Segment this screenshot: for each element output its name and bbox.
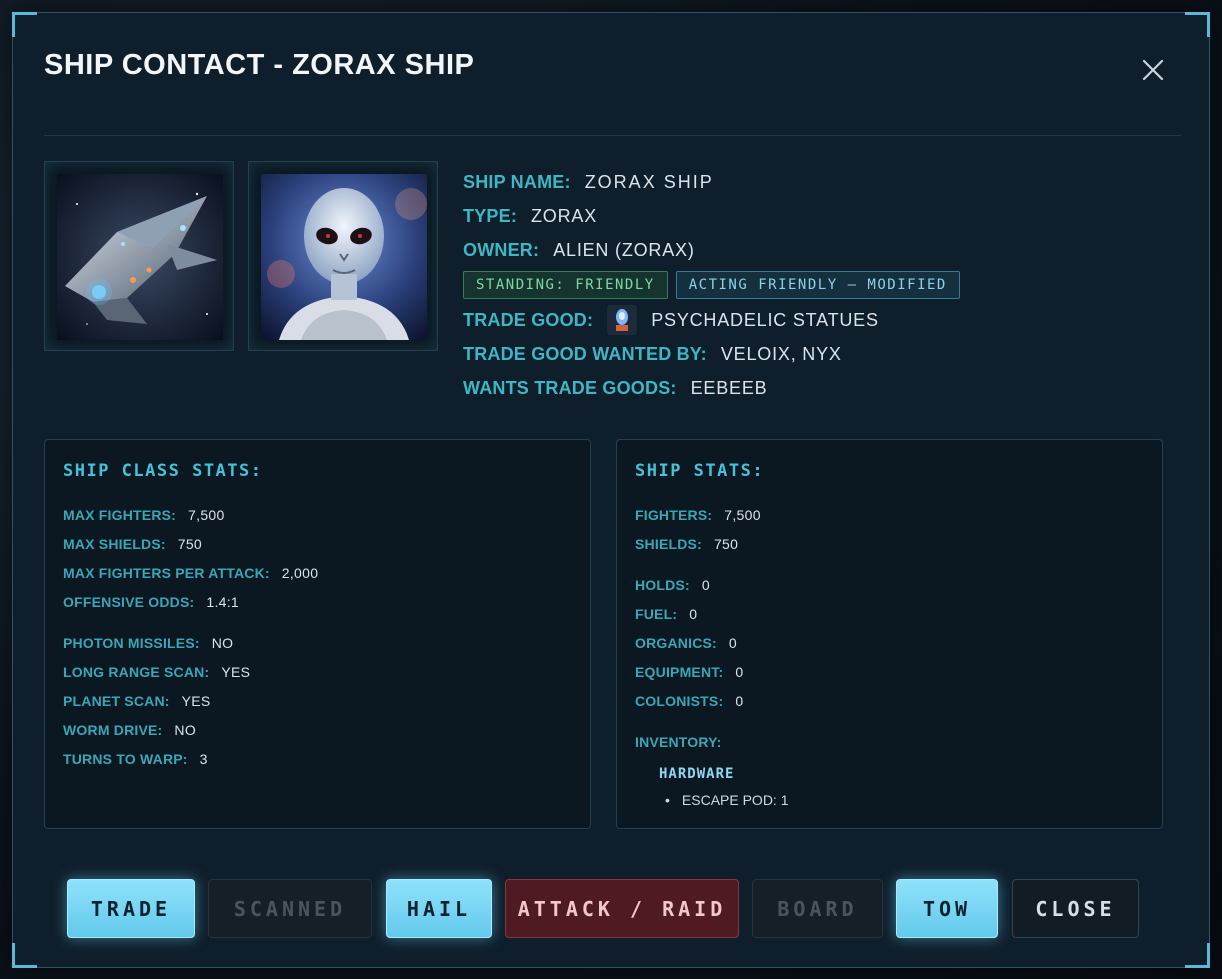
hardware-title: HARDWARE <box>659 766 735 782</box>
stat-row: MAX FIGHTERS PER ATTACK: 2,000 <box>63 565 318 581</box>
owner-portrait <box>248 161 438 351</box>
stat-value: 750 <box>177 536 203 552</box>
trade-good-wanted-row: TRADE GOOD WANTED BY: VELOIX, NYX <box>463 337 960 371</box>
stat-label: SHIELDS: <box>635 536 702 552</box>
corner-decoration <box>1185 943 1210 968</box>
stat-label: FIGHTERS: <box>635 507 713 523</box>
stat-label: WORM DRIVE: <box>63 722 163 738</box>
stat-label: PLANET SCAN: <box>63 693 170 709</box>
stat-value: YES <box>181 693 211 709</box>
stat-value: 0 <box>735 664 744 680</box>
hardware-item: ESCAPE POD: 1 <box>665 792 789 808</box>
board-button[interactable]: BOARD <box>752 879 883 938</box>
stat-value: 2,000 <box>281 565 319 581</box>
stat-value: 750 <box>713 536 739 552</box>
trade-good-wanted-label: TRADE GOOD WANTED BY: <box>463 343 707 364</box>
type-value: ZORAX <box>531 205 598 226</box>
stat-label: COLONISTS: <box>635 693 724 709</box>
hail-button[interactable]: HAIL <box>386 879 492 938</box>
stat-label: ORGANICS: <box>635 635 717 651</box>
close-icon[interactable] <box>1141 58 1165 82</box>
ship-contact-dialog: SHIP CONTACT - ZORAX SHIP SHIP NAME: ZOR… <box>12 12 1210 968</box>
stat-value: 7,500 <box>188 507 225 523</box>
stat-row: COLONISTS: 0 <box>635 693 743 709</box>
stat-label: MAX FIGHTERS PER ATTACK: <box>63 565 270 581</box>
stat-row: MAX FIGHTERS: 7,500 <box>63 507 225 523</box>
owner-value: ALIEN (ZORAX) <box>553 239 695 260</box>
ship-portrait <box>44 161 234 351</box>
ship-class-stats-panel: SHIP CLASS STATS: MAX FIGHTERS: 7,500 MAX… <box>44 439 591 829</box>
standing-badge: STANDING: FRIENDLY <box>463 271 668 299</box>
stat-value: 1.4:1 <box>206 594 239 610</box>
trade-button[interactable]: TRADE <box>67 879 195 938</box>
stat-row: PHOTON MISSILES: NO <box>63 635 233 651</box>
stat-label: LONG RANGE SCAN: <box>63 664 210 680</box>
wants-trade-goods-label: WANTS TRADE GOODS: <box>463 377 677 398</box>
tow-button[interactable]: TOW <box>896 879 998 938</box>
trade-good-wanted-value: VELOIX, NYX <box>720 343 842 364</box>
ship-name-value: ZORAX SHIP <box>584 171 714 192</box>
stat-row: PLANET SCAN: YES <box>63 693 211 709</box>
statue-icon <box>607 305 638 335</box>
stat-value: 7,500 <box>724 507 761 523</box>
stat-label: FUEL: <box>635 606 678 622</box>
stat-value: 0 <box>735 693 744 709</box>
standing-badges: STANDING: FRIENDLY ACTING FRIENDLY — MOD… <box>463 267 960 303</box>
stat-row: FUEL: 0 <box>635 606 697 622</box>
stat-value: 0 <box>728 635 738 651</box>
acting-badge: ACTING FRIENDLY — MODIFIED <box>675 271 960 299</box>
inventory-label-row: INVENTORY: <box>635 734 734 750</box>
stat-label: MAX SHIELDS: <box>63 536 166 552</box>
stat-label: MAX FIGHTERS: <box>63 507 177 523</box>
type-row: TYPE: ZORAX <box>463 199 960 233</box>
owner-label: OWNER: <box>463 239 540 260</box>
stat-label: PHOTON MISSILES: <box>63 635 200 651</box>
stat-value: NO <box>174 722 197 738</box>
stat-label: HOLDS: <box>635 577 690 593</box>
stat-value: 0 <box>701 577 710 593</box>
stat-row: ORGANICS: 0 <box>635 635 737 651</box>
stat-label: TURNS TO WARP: <box>63 751 188 767</box>
stat-row: TURNS TO WARP: 3 <box>63 751 208 767</box>
trade-good-value: PSYCHADELIC STATUES <box>651 309 879 330</box>
stat-label: OFFENSIVE ODDS: <box>63 594 195 610</box>
ship-name-label: SHIP NAME: <box>463 171 571 192</box>
ship-info: SHIP NAME: ZORAX SHIP TYPE: ZORAX OWNER:… <box>463 165 960 405</box>
alien-image <box>261 174 427 340</box>
type-label: TYPE: <box>463 205 518 226</box>
stat-value: YES <box>221 664 251 680</box>
inventory-label: INVENTORY: <box>635 734 722 750</box>
ship-stats-panel: SHIP STATS: FIGHTERS: 7,500 SHIELDS: 750 H… <box>616 439 1163 829</box>
owner-row: OWNER: ALIEN (ZORAX) <box>463 233 960 267</box>
header-divider <box>44 135 1181 136</box>
stat-row: HOLDS: 0 <box>635 577 710 593</box>
stat-label: EQUIPMENT: <box>635 664 724 680</box>
ship-image <box>57 174 223 340</box>
stat-value: 0 <box>689 606 698 622</box>
trade-good-label: TRADE GOOD: <box>463 309 594 330</box>
corner-decoration <box>12 943 37 968</box>
stat-row: MAX SHIELDS: 750 <box>63 536 202 552</box>
wants-trade-goods-value: EEBEEB <box>690 377 768 398</box>
stat-value: NO <box>211 635 234 651</box>
corner-decoration <box>1185 12 1210 37</box>
stat-row: SHIELDS: 750 <box>635 536 738 552</box>
dialog-title: SHIP CONTACT - ZORAX SHIP <box>44 49 475 81</box>
wants-trade-goods-row: WANTS TRADE GOODS: EEBEEB <box>463 371 960 405</box>
ship-name-row: SHIP NAME: ZORAX SHIP <box>463 165 960 199</box>
corner-decoration <box>12 12 37 37</box>
panel-title: SHIP STATS: <box>635 461 765 481</box>
stat-row: WORM DRIVE: NO <box>63 722 196 738</box>
trade-good-row: TRADE GOOD: PSYCHADELIC STATUES <box>463 303 960 337</box>
panel-title: SHIP CLASS STATS: <box>63 461 263 481</box>
attack-raid-button[interactable]: ATTACK / RAID <box>505 879 739 938</box>
stat-value: 3 <box>199 751 208 767</box>
stat-row: FIGHTERS: 7,500 <box>635 507 761 523</box>
scanned-button[interactable]: SCANNED <box>208 879 372 938</box>
stat-row: OFFENSIVE ODDS: 1.4:1 <box>63 594 239 610</box>
stat-row: LONG RANGE SCAN: YES <box>63 664 250 680</box>
close-button[interactable]: CLOSE <box>1012 879 1139 938</box>
stat-row: EQUIPMENT: 0 <box>635 664 743 680</box>
